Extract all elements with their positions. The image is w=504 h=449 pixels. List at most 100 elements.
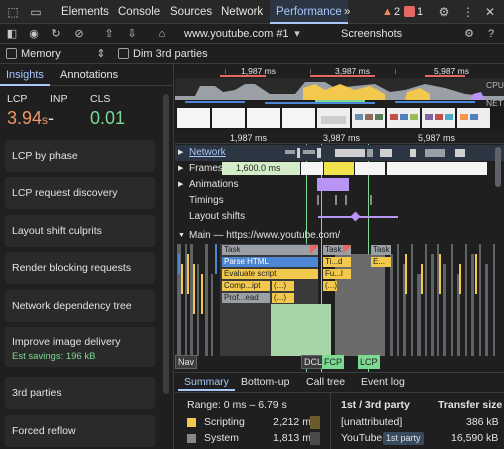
track-timings[interactable]: Timings — [175, 193, 504, 209]
dim-3rd-parties-label: Dim 3rd parties — [133, 48, 208, 60]
tab-call-tree[interactable]: Call tree — [300, 373, 351, 391]
download-icon[interactable]: ⇩ — [125, 27, 139, 41]
screenshot-thumbnail[interactable] — [282, 108, 315, 128]
screenshot-thumbnail[interactable] — [352, 108, 385, 128]
flame-task[interactable]: Task — [371, 245, 391, 255]
cls-label: CLS — [90, 93, 111, 105]
party-row-name[interactable]: [unattributed] — [341, 416, 402, 428]
details-panel: Summary Bottom-up Call tree Event log Ra… — [175, 372, 504, 449]
memory-checkbox[interactable] — [6, 48, 17, 59]
screenshot-thumbnail[interactable] — [422, 108, 455, 128]
screenshot-thumbnail[interactable] — [247, 108, 280, 128]
insight-card-improve-image-delivery[interactable]: Improve image delivery Est savings: 196 … — [5, 327, 155, 367]
capture-settings-gear-icon[interactable]: ⚙ — [462, 27, 476, 41]
flame-event[interactable]: E... — [371, 257, 391, 267]
tab-console[interactable]: Console — [112, 0, 166, 24]
tab-elements[interactable]: Elements — [55, 0, 115, 24]
home-icon[interactable]: ⌂ — [155, 27, 169, 41]
timeline-scrollbar[interactable] — [495, 147, 501, 187]
split-icon[interactable]: ⇕ — [94, 47, 108, 61]
reload-record-icon[interactable]: ↻ — [49, 27, 63, 41]
timing-mark — [370, 195, 372, 205]
timing-mark — [317, 195, 319, 205]
upload-icon[interactable]: ⇧ — [102, 27, 116, 41]
long-task-bar — [220, 75, 266, 77]
insight-card-network-dependency-tree[interactable]: Network dependency tree — [5, 290, 155, 322]
frame-bar[interactable] — [301, 162, 323, 175]
tab-sources[interactable]: Sources — [164, 0, 218, 24]
flame-anonymous[interactable]: (...) — [272, 281, 294, 291]
frame-bar[interactable] — [355, 162, 385, 175]
performance-toolbar-secondary: Memory ⇕ Dim 3rd parties — [0, 44, 504, 64]
track-main[interactable]: ▼ Main — https://www.youtube.com/ — [175, 228, 504, 244]
insight-card-render-blocking[interactable]: Render blocking requests — [5, 252, 155, 284]
lcp-value: 3.94s- — [7, 108, 55, 128]
record-icon[interactable]: ◉ — [27, 27, 41, 41]
flame-timer[interactable]: Ti...d — [323, 257, 351, 267]
screenshot-thumbnail[interactable] — [457, 108, 490, 128]
insight-card-lcp-by-phase[interactable]: LCP by phase — [5, 140, 155, 172]
more-tabs-button[interactable]: » — [338, 0, 356, 24]
insight-card-forced-reflow[interactable]: Forced reflow — [5, 415, 155, 447]
flame-task[interactable]: Task — [222, 245, 318, 255]
screenshot-thumbnail[interactable] — [212, 108, 245, 128]
party-header: 1st / 3rd party — [341, 399, 410, 411]
animation-bar[interactable] — [317, 178, 349, 191]
flame-parse-html[interactable]: Parse HTML — [222, 257, 318, 267]
inspect-element-icon[interactable]: ⬚ — [6, 5, 20, 19]
frame-bar[interactable] — [387, 162, 487, 175]
flame-function-call[interactable]: Fu...l — [323, 269, 351, 279]
toggle-sidebar-icon[interactable]: ◧ — [5, 27, 19, 41]
error-icon[interactable] — [404, 6, 415, 17]
fcp-marker[interactable]: FCP — [322, 355, 344, 369]
ruler-tick-3: 5,987 ms — [418, 133, 456, 143]
flame-compile-script[interactable]: Comp...ipt — [222, 281, 270, 291]
help-icon[interactable]: ? — [484, 27, 498, 41]
tab-bottom-up[interactable]: Bottom-up — [235, 373, 295, 391]
warning-icon[interactable]: ▲ — [382, 4, 393, 20]
net-overview-chart — [175, 100, 504, 106]
settings-gear-icon[interactable]: ⚙ — [437, 5, 451, 19]
estimated-savings: Est savings: 196 kB — [12, 351, 96, 362]
performance-toolbar: ◧ ◉ ↻ ⊘ ⇧ ⇩ ⌂ www.youtube.com #1 ▾ Scree… — [0, 24, 504, 64]
nav-marker[interactable]: Nav — [175, 355, 197, 369]
more-options-icon[interactable]: ⋮ — [461, 5, 475, 19]
ruler-tick-2: 3,987 ms — [323, 133, 361, 143]
tab-network[interactable]: Network — [215, 0, 269, 24]
insight-card-lcp-request-discovery[interactable]: LCP request discovery — [5, 177, 155, 209]
flame-profiling-overhead[interactable]: Prof...ead — [222, 293, 270, 303]
dim-3rd-parties-checkbox[interactable] — [118, 48, 129, 59]
frame-bar[interactable]: 1,600.0 ms — [222, 162, 300, 175]
party-row-name[interactable]: YouTube — [341, 432, 382, 444]
insights-sidebar: Insights Annotations LCP INP CLS 3.94s- … — [0, 64, 174, 449]
long-task-flag — [310, 245, 318, 255]
device-toolbar-icon[interactable]: ▭ — [29, 5, 43, 19]
tab-insights[interactable]: Insights — [0, 64, 50, 86]
tab-summary[interactable]: Summary — [178, 373, 235, 391]
screenshot-thumbnail[interactable] — [177, 108, 210, 128]
timeline-panel[interactable]: 1,987 ms 3,987 ms 5,987 ms CPU NET 1,987… — [175, 64, 504, 372]
insight-card-layout-shift-culprits[interactable]: Layout shift culprits — [5, 215, 155, 247]
dcl-marker[interactable]: DCL — [301, 355, 323, 369]
close-icon[interactable]: ✕ — [483, 5, 497, 19]
flame-anonymous[interactable]: (...) — [323, 281, 337, 291]
devtools-tabbar: ⬚ ▭ Elements Console Sources Network Per… — [0, 0, 504, 24]
party-row-size: 386 kB — [466, 416, 499, 428]
flame-anonymous[interactable]: (...) — [272, 293, 294, 303]
tab-annotations[interactable]: Annotations — [54, 64, 124, 86]
screenshot-thumbnail[interactable] — [387, 108, 420, 128]
frame-bar[interactable] — [324, 162, 354, 175]
lcp-label: LCP — [7, 93, 28, 105]
clear-icon[interactable]: ⊘ — [72, 27, 86, 41]
scripting-swatch — [187, 418, 196, 427]
screenshots-filmstrip[interactable] — [175, 107, 504, 129]
insight-card-3rd-parties[interactable]: 3rd parties — [5, 377, 155, 409]
flame-evaluate-script[interactable]: Evaluate script — [222, 269, 318, 279]
recording-select[interactable]: www.youtube.com #1 — [184, 27, 289, 41]
tab-performance[interactable]: Performance — [270, 0, 348, 24]
chevron-down-icon[interactable]: ▾ — [290, 27, 304, 41]
lcp-marker[interactable]: LCP — [358, 355, 380, 369]
sidebar-scrollbar[interactable] — [163, 94, 169, 394]
screenshot-thumbnail[interactable] — [317, 108, 350, 128]
tab-event-log[interactable]: Event log — [355, 373, 411, 391]
